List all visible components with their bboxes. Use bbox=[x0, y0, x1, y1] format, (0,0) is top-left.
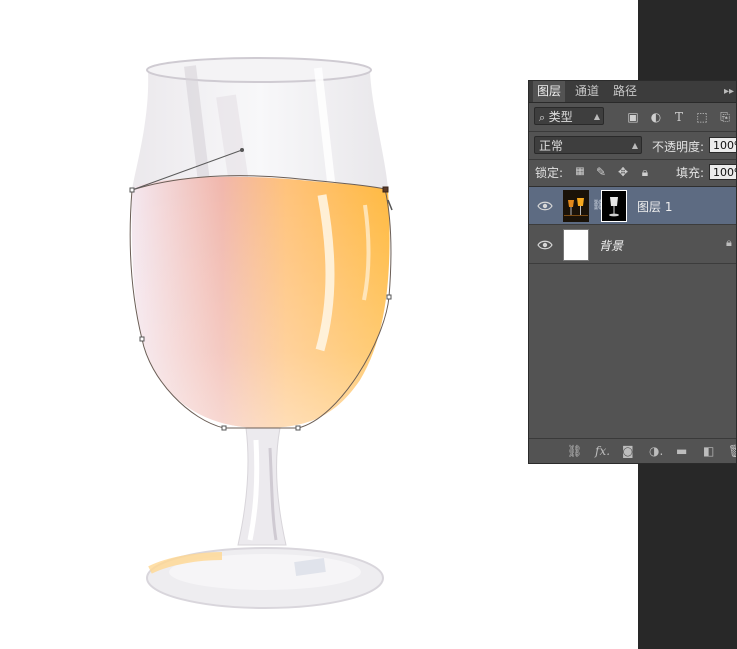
layer-name[interactable]: 背景 bbox=[599, 237, 623, 254]
anchor-point-selected[interactable] bbox=[382, 186, 389, 193]
tab-layers[interactable]: 图层 bbox=[533, 81, 566, 102]
panel-menu-icon[interactable]: ▸▸ bbox=[724, 81, 734, 102]
anchor-point[interactable] bbox=[295, 425, 301, 431]
layers-panel: 图层 通道 路径 ▸▸ ⌕ 类型 ▲ ▣ ◐ T ⬚ ⎘ 正常 ▲ 不透明度: … bbox=[528, 80, 737, 464]
new-layer-icon[interactable]: ◧ bbox=[703, 444, 714, 458]
blend-row: 正常 ▲ 不透明度: 100% bbox=[529, 132, 736, 159]
lock-row: 锁定: ▦ ✎ ✥ 🔒︎ 填充: 100% bbox=[529, 160, 736, 185]
visibility-eye-icon[interactable] bbox=[537, 199, 553, 213]
layer-row-layer1[interactable]: ⛓ 图层 1 bbox=[529, 187, 736, 225]
lock-icon: 🔒︎ bbox=[726, 236, 732, 249]
wine-glass bbox=[131, 57, 390, 609]
opacity-field[interactable]: 100% bbox=[709, 137, 736, 153]
anchor-point[interactable] bbox=[139, 336, 145, 342]
opacity-label: 不透明度: bbox=[652, 140, 705, 154]
visibility-eye-icon[interactable] bbox=[537, 238, 553, 252]
link-layers-icon[interactable]: ⛓ bbox=[567, 444, 582, 458]
layer-row-background[interactable]: 背景 🔒︎ bbox=[529, 226, 736, 264]
add-mask-icon[interactable]: ◙ bbox=[622, 444, 634, 458]
anchor-point[interactable] bbox=[386, 294, 392, 300]
layer-name[interactable]: 图层 1 bbox=[637, 198, 672, 215]
filter-smartobject-icon[interactable]: ⎘ bbox=[718, 110, 732, 124]
delete-layer-icon[interactable]: 🗑︎ bbox=[728, 444, 736, 458]
anchor-point[interactable] bbox=[129, 187, 135, 193]
filter-row: ⌕ 类型 ▲ ▣ ◐ T ⬚ ⎘ bbox=[529, 103, 736, 131]
new-group-icon[interactable]: ▬ bbox=[676, 444, 687, 458]
lock-paint-icon[interactable]: ✎ bbox=[594, 165, 608, 179]
blend-mode-value: 正常 bbox=[539, 139, 564, 153]
filter-pixel-icon[interactable]: ▣ bbox=[626, 110, 640, 124]
layer-mask-thumbnail[interactable] bbox=[601, 190, 627, 222]
layer-style-icon[interactable]: fx. bbox=[595, 444, 610, 458]
lock-transparent-icon[interactable]: ▦ bbox=[573, 165, 587, 179]
fill-field[interactable]: 100% bbox=[709, 164, 736, 180]
lock-label: 锁定: bbox=[535, 166, 564, 180]
anchor-point[interactable] bbox=[221, 425, 227, 431]
chevron-updown-icon: ▲ bbox=[631, 141, 638, 150]
filter-kind-label: 类型 bbox=[548, 110, 573, 124]
adjustment-layer-icon[interactable]: ◑. bbox=[649, 444, 663, 458]
panel-tab-bar: 图层 通道 路径 ▸▸ bbox=[529, 81, 736, 103]
filter-shape-icon[interactable]: ⬚ bbox=[695, 110, 709, 124]
layer-thumbnail bbox=[563, 229, 589, 261]
tab-paths[interactable]: 路径 bbox=[609, 81, 641, 102]
filter-kind-select[interactable]: ⌕ 类型 ▲ bbox=[534, 107, 604, 125]
tab-channels[interactable]: 通道 bbox=[571, 81, 603, 102]
chevron-updown-icon: ▲ bbox=[593, 112, 600, 121]
search-icon: ⌕ bbox=[539, 111, 549, 124]
fill-label: 填充: bbox=[676, 166, 705, 180]
direction-handle[interactable] bbox=[240, 148, 244, 152]
filter-adjustment-icon[interactable]: ◐ bbox=[649, 110, 663, 124]
panel-footer: ⛓ fx. ◙ ◑. ▬ ◧ 🗑︎ bbox=[529, 438, 736, 463]
lock-all-icon[interactable]: 🔒︎ bbox=[638, 165, 652, 179]
blend-mode-select[interactable]: 正常 ▲ bbox=[534, 136, 642, 154]
filter-type-icon[interactable]: T bbox=[672, 110, 686, 124]
layer-thumbnail bbox=[563, 190, 589, 222]
lock-position-icon[interactable]: ✥ bbox=[616, 165, 630, 179]
